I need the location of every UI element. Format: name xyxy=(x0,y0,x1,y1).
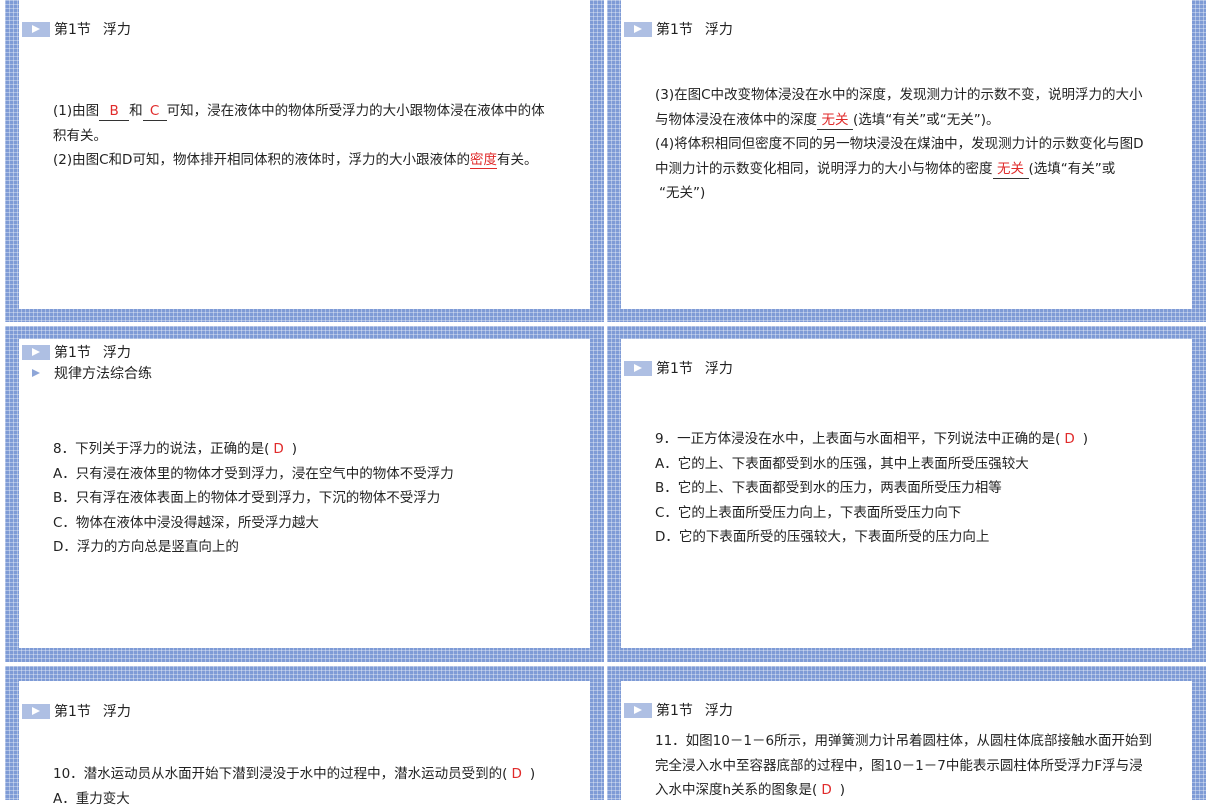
slide-6-text: 11．如图10－1－6所示，用弹簧测力计吊着圆柱体，从圆柱体底部接触水面开始到 … xyxy=(655,729,1152,803)
answer: 无关 xyxy=(997,161,1024,177)
slide-3-text: 8．下列关于浮力的说法，正确的是(D) A．只有浸在液体里的物体才受到浮力，浸在… xyxy=(53,437,454,560)
slide-grid: 第1节浮力 (1)由图B和C可知，浸在液体中的物体所受浮力的大小跟物体浸在液体中… xyxy=(0,0,1212,800)
answer: D xyxy=(269,441,291,457)
arrow-icon xyxy=(22,366,50,381)
answer: D xyxy=(1060,431,1082,447)
section-header: 第1节浮力 xyxy=(624,700,733,720)
slide-3-content: 第1节浮力 规律方法综合练 8．下列关于浮力的说法，正确的是(D) A．只有浸在… xyxy=(19,339,590,648)
answer: 密度 xyxy=(470,152,497,169)
slide-4-text: 9．一正方体浸没在水中，上表面与水面相平，下列说法中正确的是(D) A．它的上、… xyxy=(655,427,1088,550)
play-icon xyxy=(22,345,50,360)
option-d: D．浮力的方向总是竖直向上的 xyxy=(53,535,454,560)
answer: D xyxy=(507,766,529,782)
answer: C xyxy=(150,103,159,119)
option-d: D．它的下表面所受的压强较大，下表面所受的压力向上 xyxy=(655,525,1088,550)
slide-5-content: 第1节浮力 10．潜水运动员从水面开始下潜到浸没于水中的过程中，潜水运动员受到的… xyxy=(19,681,590,800)
option-c: C．物体在液体中浸没得越深，所受浮力越大 xyxy=(53,511,454,536)
play-icon xyxy=(22,22,50,37)
option-a: A．重力变大 xyxy=(53,787,535,811)
section-header: 第1节浮力 xyxy=(22,19,131,39)
slide-1-content: 第1节浮力 (1)由图B和C可知，浸在液体中的物体所受浮力的大小跟物体浸在液体中… xyxy=(19,0,590,309)
slide-5-text: 10．潜水运动员从水面开始下潜到浸没于水中的过程中，潜水运动员受到的(D) A．… xyxy=(53,762,535,811)
option-b: B．只有浮在液体表面上的物体才受到浮力，下沉的物体不受浮力 xyxy=(53,486,454,511)
answer: 无关 xyxy=(822,112,849,128)
slide-6-content: 第1节浮力 11．如图10－1－6所示，用弹簧测力计吊着圆柱体，从圆柱体底部接触… xyxy=(621,681,1192,800)
option-a: A．它的上、下表面都受到水的压强，其中上表面所受压强较大 xyxy=(655,452,1088,477)
option-a: A．只有浸在液体里的物体才受到浮力，浸在空气中的物体不受浮力 xyxy=(53,462,454,487)
option-b: B．它的上、下表面都受到水的压力，两表面所受压力相等 xyxy=(655,476,1088,501)
section-header: 第1节浮力 xyxy=(624,358,733,378)
section-header: 第1节浮力 xyxy=(624,19,733,39)
section-header: 第1节浮力 xyxy=(22,342,131,362)
option-c: C．它的上表面所受压力向上，下表面所受压力向下 xyxy=(655,501,1088,526)
play-icon xyxy=(624,22,652,37)
play-icon xyxy=(624,703,652,718)
slide-1-text: (1)由图B和C可知，浸在液体中的物体所受浮力的大小跟物体浸在液体中的体 积有关… xyxy=(53,99,545,173)
slide-2-content: 第1节浮力 (3)在图C中改变物体浸没在水中的深度，发现测力计的示数不变，说明浮… xyxy=(621,0,1192,309)
section-subtitle: 规律方法综合练 xyxy=(22,363,152,383)
play-icon xyxy=(624,361,652,376)
play-icon xyxy=(22,704,50,719)
answer: D xyxy=(817,782,839,798)
answer: B xyxy=(109,103,118,119)
slide-2-text: (3)在图C中改变物体浸没在水中的深度，发现测力计的示数不变，说明浮力的大小 与… xyxy=(655,83,1144,206)
section-header: 第1节浮力 xyxy=(22,701,131,721)
slide-4-content: 第1节浮力 9．一正方体浸没在水中，上表面与水面相平，下列说法中正确的是(D) … xyxy=(621,339,1192,648)
